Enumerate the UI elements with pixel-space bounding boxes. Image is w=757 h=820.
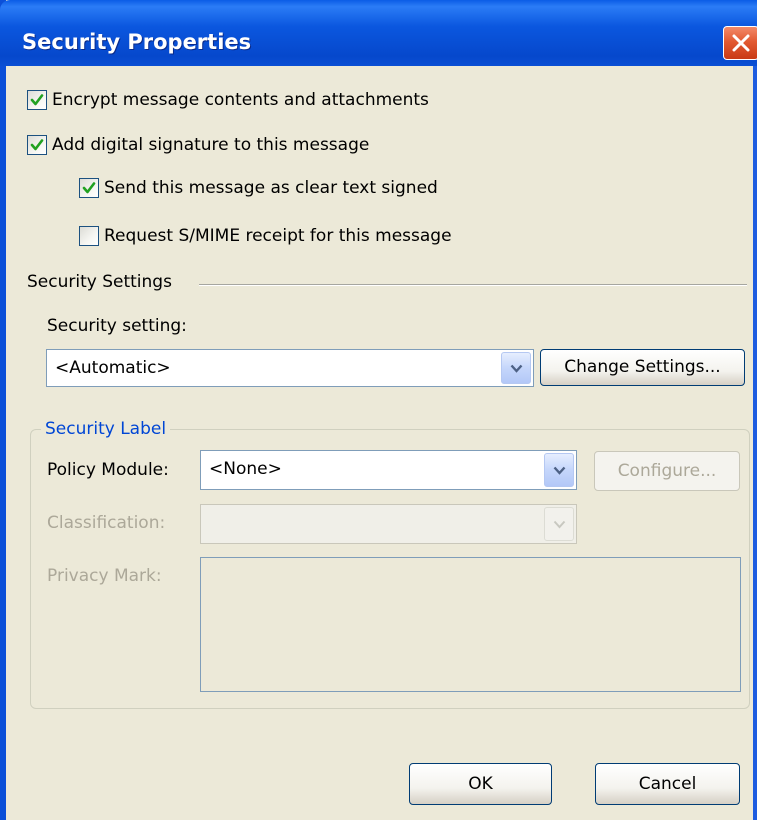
title-bar[interactable]: Security Properties	[0, 0, 757, 66]
policy-module-dropdown[interactable]: <None>	[200, 450, 577, 490]
policy-module-value: <None>	[209, 459, 282, 479]
close-button[interactable]	[723, 26, 757, 60]
classification-label: Classification:	[47, 513, 166, 533]
security-setting-value: <Automatic>	[55, 358, 171, 378]
security-properties-dialog: Security Properties Encrypt message cont…	[0, 0, 757, 820]
encrypt-option[interactable]: Encrypt message contents and attachments	[27, 86, 429, 114]
chevron-down-icon	[553, 520, 566, 529]
smime-receipt-label: Request S/MIME receipt for this message	[104, 226, 452, 246]
clear-text-signed-option[interactable]: Send this message as clear text signed	[79, 174, 438, 202]
smime-receipt-option[interactable]: Request S/MIME receipt for this message	[79, 222, 452, 250]
policy-module-dropdown-button[interactable]	[544, 453, 574, 487]
policy-module-label: Policy Module:	[47, 460, 169, 480]
clear-text-signed-checkbox[interactable]	[79, 178, 99, 198]
configure-button[interactable]: Configure...	[594, 451, 740, 491]
encrypt-checkbox[interactable]	[27, 90, 47, 110]
add-signature-label: Add digital signature to this message	[52, 135, 370, 155]
check-mark-icon	[30, 94, 44, 106]
add-signature-checkbox[interactable]	[27, 135, 47, 155]
section-divider	[199, 284, 747, 286]
encrypt-label: Encrypt message contents and attachments	[52, 90, 429, 110]
ok-button[interactable]: OK	[409, 763, 552, 805]
privacy-mark-textarea[interactable]	[200, 557, 741, 692]
classification-dropdown-button[interactable]	[544, 507, 574, 541]
smime-receipt-checkbox[interactable]	[79, 226, 99, 246]
security-setting-dropdown-button[interactable]	[501, 352, 531, 384]
privacy-mark-label: Privacy Mark:	[47, 566, 162, 586]
security-setting-label: Security setting:	[47, 316, 187, 336]
check-mark-icon	[82, 182, 96, 194]
clear-text-signed-label: Send this message as clear text signed	[104, 178, 438, 198]
change-settings-button[interactable]: Change Settings...	[540, 349, 745, 386]
chevron-down-icon	[553, 466, 566, 475]
classification-dropdown[interactable]	[200, 504, 577, 544]
check-mark-icon	[30, 139, 44, 151]
window-title: Security Properties	[22, 30, 252, 54]
close-icon	[732, 34, 750, 52]
cancel-button[interactable]: Cancel	[595, 763, 740, 805]
chevron-down-icon	[510, 364, 523, 373]
security-setting-dropdown[interactable]: <Automatic>	[46, 349, 534, 387]
security-label-group-title: Security Label	[41, 419, 171, 439]
security-settings-heading: Security Settings	[27, 272, 172, 292]
add-signature-option[interactable]: Add digital signature to this message	[27, 131, 369, 159]
